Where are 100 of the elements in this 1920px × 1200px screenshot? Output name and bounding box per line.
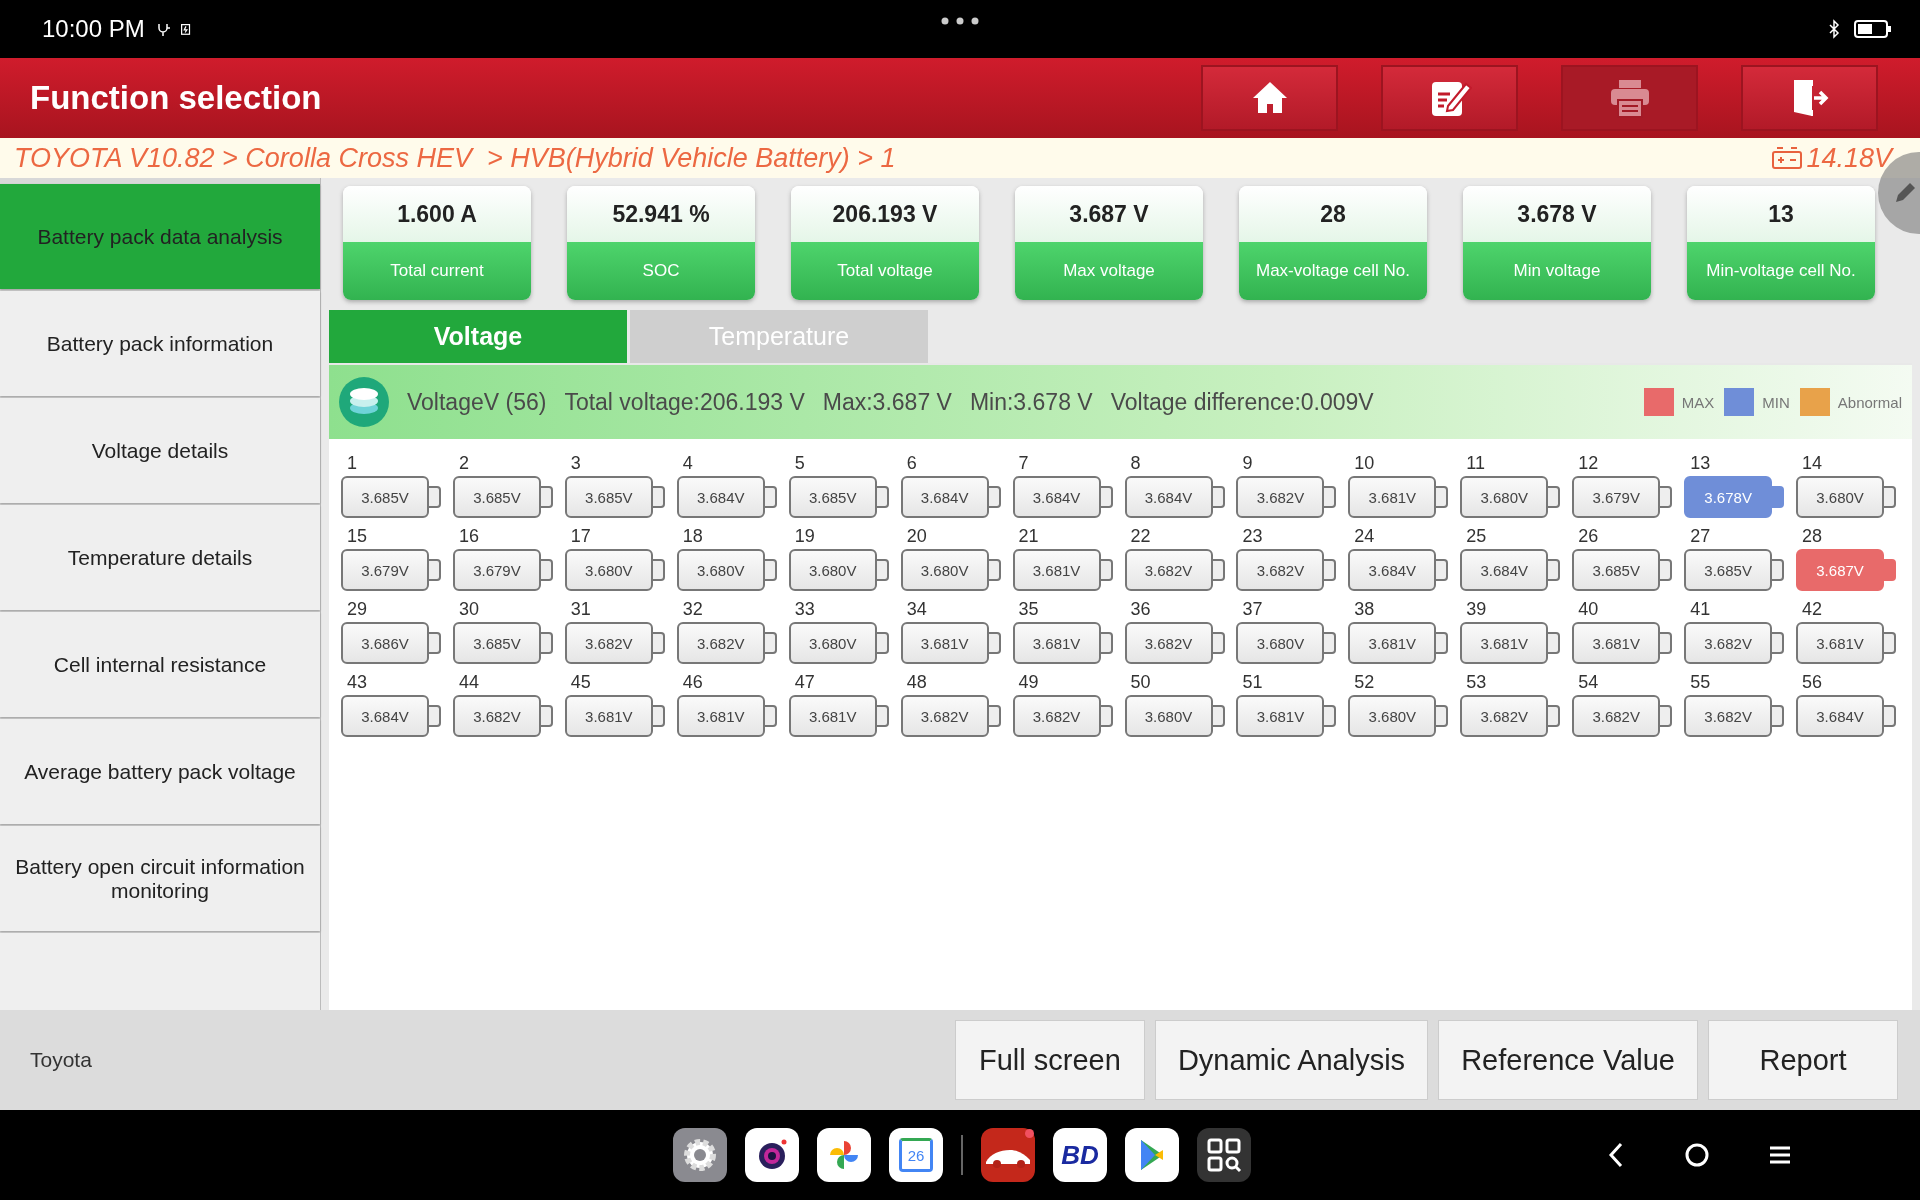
stat-label: SOC: [567, 242, 755, 300]
cell-number: 47: [793, 672, 816, 693]
cell-number: 53: [1465, 672, 1488, 693]
cell-number: 29: [346, 599, 369, 620]
edit-button[interactable]: [1381, 65, 1518, 131]
bd-app-icon[interactable]: BD: [1053, 1128, 1107, 1182]
stat-value: 3.678 V: [1463, 186, 1651, 242]
summary-total: Total voltage:206.193 V: [564, 388, 805, 416]
sidebar-item[interactable]: Voltage details: [0, 398, 320, 503]
summary-difference: Voltage difference:0.009V: [1110, 388, 1374, 416]
car-app-icon[interactable]: [981, 1128, 1035, 1182]
battery-cell: 3.684V: [676, 476, 777, 518]
battery-cell: 3.684V: [1348, 549, 1449, 591]
battery-cell: 3.682V: [1684, 622, 1785, 664]
battery-cell: 3.682V: [1012, 695, 1113, 737]
home-button[interactable]: [1201, 65, 1338, 131]
sidebar-item[interactable]: Temperature details: [0, 505, 320, 610]
battery-cell: 3.681V: [1236, 695, 1337, 737]
sidebar-item[interactable]: Average battery pack voltage: [0, 719, 320, 824]
play-app-icon[interactable]: [1125, 1128, 1179, 1182]
stat-label: Total current: [343, 242, 531, 300]
battery-cell: 3.682V: [1236, 549, 1337, 591]
legend-label: Abnormal: [1837, 393, 1902, 411]
stat-value: 52.941 %: [567, 186, 755, 242]
charging-icon: [178, 22, 193, 36]
cell-number: 44: [457, 672, 480, 693]
sidebar-item[interactable]: Battery pack data analysis: [0, 184, 320, 289]
home-icon[interactable]: [1684, 1142, 1710, 1168]
footer-button[interactable]: Full screen: [954, 1020, 1145, 1100]
footer-button[interactable]: Dynamic Analysis: [1154, 1020, 1429, 1100]
sidebar-item[interactable]: Battery pack information: [0, 291, 320, 396]
battery-cell: 3.685V: [341, 476, 441, 518]
cell-number: 50: [1129, 672, 1152, 693]
stat-label: Total voltage: [791, 242, 979, 300]
cell-number: 1: [346, 453, 358, 474]
cell-number: 23: [1241, 526, 1264, 547]
battery-cell: 3.682V: [900, 695, 1001, 737]
battery-cell: 3.680V: [564, 549, 665, 591]
battery-cell: 3.685V: [564, 476, 665, 518]
calendar-app-icon[interactable]: 26: [889, 1128, 943, 1182]
cell-number: 22: [1129, 526, 1152, 547]
battery-cell: 3.682V: [452, 695, 553, 737]
battery-cell: 3.682V: [1236, 476, 1337, 518]
cell-number: 3: [569, 453, 582, 474]
footer-button[interactable]: Report: [1708, 1020, 1898, 1100]
notification-dot: [1025, 1129, 1034, 1138]
app-logo-text: BD: [1061, 1139, 1099, 1171]
cell-number: 38: [1353, 599, 1376, 620]
cell-number: 14: [1801, 453, 1824, 474]
settings-app-icon[interactable]: [673, 1128, 727, 1182]
battery-cell: 3.681V: [1012, 549, 1113, 591]
battery-cell: 3.680V: [1460, 476, 1561, 518]
cell-number: 35: [1017, 599, 1040, 620]
battery-cell: 3.680V: [788, 549, 889, 591]
cell-number: 10: [1353, 453, 1376, 474]
summary-max: Max:3.687 V: [822, 388, 952, 416]
more-dots-icon[interactable]: [940, 16, 980, 26]
breadcrumb-path: TOYOTA V10.82 > Corolla Cross HEV > HVB(Hybrid Vehicle Battery) > 1: [14, 142, 896, 174]
battery-cell: 3.681V: [1796, 622, 1897, 664]
photos-app-icon[interactable]: [817, 1128, 871, 1182]
cell-number: 52: [1353, 672, 1376, 693]
battery-cell: 3.682V: [1572, 695, 1673, 737]
stat-value: 28: [1239, 186, 1427, 242]
stat-value: 13: [1687, 186, 1875, 242]
summary-min: Min:3.678 V: [969, 388, 1093, 416]
cell-number: 39: [1465, 599, 1488, 620]
stat-label: Min-voltage cell No.: [1687, 242, 1875, 300]
battery-cell: 3.680V: [900, 549, 1001, 591]
apps-app-icon[interactable]: [1197, 1128, 1251, 1182]
sidebar-item[interactable]: Cell internal resistance: [0, 612, 320, 717]
exit-button[interactable]: [1741, 65, 1878, 131]
battery-cell: 3.682V: [1124, 622, 1225, 664]
cell-number: 26: [1577, 526, 1600, 547]
cell-number: 18: [681, 526, 704, 547]
cell-number: 21: [1017, 526, 1040, 547]
legend-label: MIN: [1762, 393, 1790, 411]
battery-cell: 3.685V: [788, 476, 889, 518]
battery-icon: [1854, 19, 1892, 39]
battery-cell: 3.685V: [1572, 549, 1673, 591]
sidebar-item[interactable]: Battery open circuit information monitoring: [0, 826, 320, 931]
stat-label: Max voltage: [1015, 242, 1203, 300]
camera-app-icon[interactable]: [745, 1128, 799, 1182]
battery-cell: 3.680V: [676, 549, 777, 591]
battery-cell: 3.682V: [1460, 695, 1561, 737]
menu-icon[interactable]: [1768, 1145, 1792, 1165]
cell-number: 19: [793, 526, 816, 547]
cell-number: 17: [569, 526, 592, 547]
cell-number: 41: [1689, 599, 1712, 620]
cell-number: 34: [905, 599, 928, 620]
footer-button[interactable]: Reference Value: [1438, 1020, 1698, 1100]
battery-cell: 3.685V: [452, 622, 553, 664]
battery-cell: 3.684V: [341, 695, 441, 737]
bluetooth-icon: [1828, 19, 1840, 39]
battery-cell: 3.680V: [1348, 695, 1449, 737]
battery-cell: 3.687V: [1796, 549, 1897, 591]
battery-cell: 3.682V: [1124, 549, 1225, 591]
battery-cell: 3.681V: [1012, 622, 1113, 664]
battery-cell: 3.679V: [452, 549, 553, 591]
cell-number: 32: [681, 599, 704, 620]
battery-cell: 3.681V: [564, 695, 665, 737]
